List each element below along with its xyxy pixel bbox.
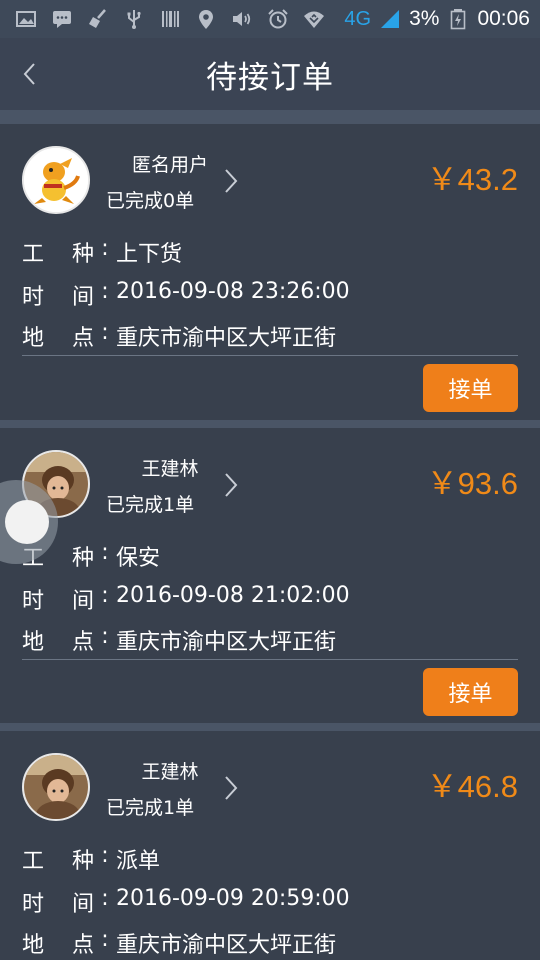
signal-icon <box>378 7 402 31</box>
time-value: 2016-09-08 23:26:00 <box>116 279 350 304</box>
chevron-left-icon <box>23 63 35 85</box>
message-icon <box>50 7 74 31</box>
back-button[interactable] <box>14 58 44 90</box>
order-price: ￥93.6 <box>426 466 518 501</box>
location-row: 地点: 重庆市渝中区大坪正街 <box>22 624 337 655</box>
location-value: 重庆市渝中区大坪正街 <box>116 326 337 351</box>
divider <box>22 355 518 356</box>
location-icon <box>194 7 218 31</box>
battery-percent: 3% <box>409 7 440 30</box>
user-name[interactable]: 王建林 <box>110 454 230 481</box>
time-row: 时间:2016-09-08 23:26:00 <box>22 279 350 310</box>
accept-order-button[interactable]: 接单 <box>423 668 518 716</box>
page-title: 待接订单 <box>206 59 334 96</box>
order-card: 王建林 已完成1单 ￥46.8 工种: 派单 时间:2016-09-09 20:5… <box>0 731 540 960</box>
notification-icons <box>0 7 326 31</box>
order-card: 王建林 已完成1单 ￥93.6 工种:保安 时间:2016-09-08 21:0… <box>0 428 540 723</box>
app-header: 待接订单 <box>0 38 540 110</box>
volume-icon <box>230 7 254 31</box>
avatar[interactable] <box>22 146 90 214</box>
user-name[interactable]: 匿名用户 <box>110 150 230 177</box>
broom-icon <box>86 7 110 31</box>
job-type-value: 保安 <box>116 546 161 571</box>
time-value: 2016-09-08 21:02:00 <box>116 583 350 608</box>
card-separator <box>0 420 540 428</box>
order-card: 匿名用户 已完成0单 ￥43.2 工种: 上下货 时间:2016-09-08 23… <box>0 124 540 420</box>
time-row: 时间:2016-09-09 20:59:00 <box>22 886 350 917</box>
usb-icon <box>122 7 146 31</box>
child-photo-avatar-icon <box>24 755 88 819</box>
chevron-right-icon[interactable] <box>222 166 240 196</box>
system-indicators: 4G 3% 00:06 <box>344 7 540 31</box>
location-row: 地点: 重庆市渝中区大坪正街 <box>22 320 337 351</box>
completed-count: 已完成1单 <box>106 494 195 516</box>
job-type-row: 工种: 派单 <box>22 843 161 874</box>
avatar[interactable] <box>22 753 90 821</box>
job-type-row: 工种: 上下货 <box>22 236 183 267</box>
chevron-right-icon[interactable] <box>222 773 240 803</box>
alarm-icon <box>266 7 290 31</box>
completed-count: 已完成1单 <box>106 797 195 819</box>
image-icon <box>14 7 38 31</box>
chevron-right-icon[interactable] <box>222 470 240 500</box>
wifi-icon <box>302 7 326 31</box>
user-name[interactable]: 王建林 <box>110 757 230 784</box>
divider <box>22 659 518 660</box>
time-row: 时间:2016-09-08 21:02:00 <box>22 583 350 614</box>
card-separator <box>0 723 540 731</box>
location-value: 重庆市渝中区大坪正街 <box>116 933 337 958</box>
order-price: ￥46.8 <box>426 769 518 804</box>
barcode-icon <box>158 7 182 31</box>
job-type-value: 上下货 <box>116 242 183 267</box>
mascot-avatar-icon <box>24 148 88 212</box>
completed-count: 已完成0单 <box>106 190 195 212</box>
floating-button-knob <box>5 500 49 544</box>
location-value: 重庆市渝中区大坪正街 <box>116 630 337 655</box>
network-type: 4G <box>344 7 372 30</box>
clock: 00:06 <box>477 7 530 30</box>
header-divider <box>0 110 540 124</box>
job-type-value: 派单 <box>116 849 161 874</box>
order-price: ￥43.2 <box>426 162 518 197</box>
battery-icon <box>446 7 470 31</box>
time-value: 2016-09-09 20:59:00 <box>116 886 350 911</box>
location-row: 地点: 重庆市渝中区大坪正街 <box>22 927 337 958</box>
accept-order-button[interactable]: 接单 <box>423 364 518 412</box>
status-bar: 4G 3% 00:06 <box>0 0 540 38</box>
